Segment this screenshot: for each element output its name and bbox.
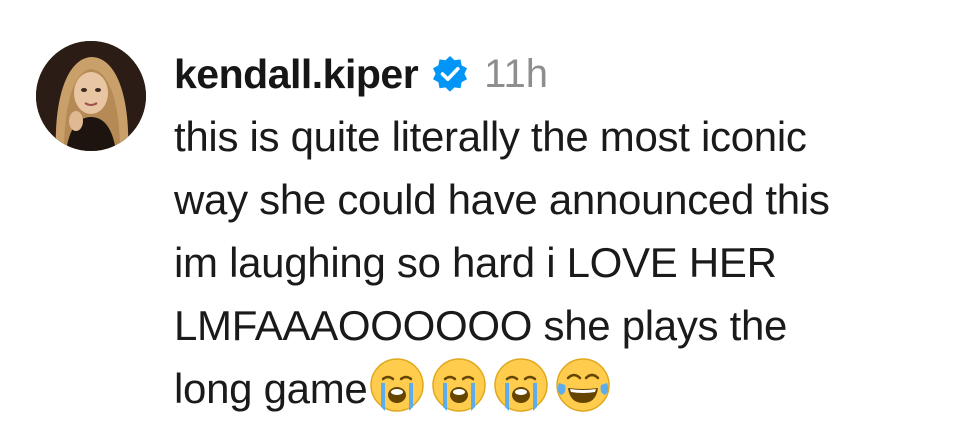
emoji-row — [369, 357, 611, 413]
verified-badge-icon — [430, 54, 470, 94]
username-link[interactable]: kendall.kiper — [174, 51, 419, 98]
comment-text: this is quite literally the most iconic … — [174, 105, 964, 420]
loudly-crying-face-icon — [493, 357, 549, 413]
face-with-tears-of-joy-icon — [555, 357, 611, 413]
comment-header: kendall.kiper 11h — [174, 44, 548, 104]
loudly-crying-face-icon — [431, 357, 487, 413]
comment-line: way she could have announced this — [174, 176, 830, 223]
avatar-image — [36, 41, 146, 151]
loudly-crying-face-icon — [369, 357, 425, 413]
timestamp: 11h — [484, 51, 548, 96]
comment-line-last: long game — [174, 357, 964, 420]
comment-line: im laughing so hard i LOVE HER — [174, 239, 777, 286]
comment: kendall.kiper 11h this is quite literall… — [0, 0, 980, 441]
comment-line: LMFAAAOOOOOO she plays the — [174, 302, 788, 349]
comment-line: long game — [174, 365, 368, 412]
avatar[interactable] — [36, 41, 146, 151]
comment-line: this is quite literally the most iconic — [174, 113, 807, 160]
